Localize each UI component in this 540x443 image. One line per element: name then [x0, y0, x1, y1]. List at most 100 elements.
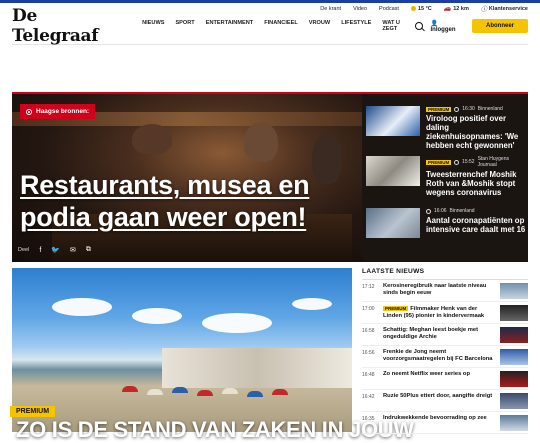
news-time: 16:56 [362, 350, 375, 356]
list-item[interactable]: 16:42 Ruzie 50Plus ettert door, aangifte … [362, 390, 528, 412]
feature-image-umbrella [197, 390, 213, 396]
site-logo[interactable]: De Telegraaf [12, 6, 128, 46]
news-text: Ruzie 50Plus ettert door, aangifte dreig… [383, 393, 495, 400]
news-thumbnail [500, 415, 528, 431]
search-icon[interactable] [414, 22, 423, 30]
feature-image-buildings [162, 348, 352, 388]
hero-badge: Haagse bronnen: [20, 104, 96, 119]
latest-news-heading: LAATSTE NIEUWS [362, 268, 528, 280]
side-item-time: 16:06 [434, 208, 447, 214]
clock-icon [426, 208, 431, 214]
clock-icon [454, 106, 460, 112]
side-item-meta: 16:06 Binnenland [426, 208, 526, 214]
news-text-label: Zo neemt Netflix weer series op [383, 371, 470, 377]
side-item-section: Binnenland [449, 208, 475, 214]
facebook-icon[interactable]: f [39, 247, 41, 254]
subscribe-button[interactable]: Abonneer [471, 19, 528, 33]
feature-image-cloud [292, 298, 332, 310]
news-text: Indrukwekkende bevoorrading op zee [383, 415, 495, 422]
nav-item-lifestyle[interactable]: LIFESTYLE [341, 20, 371, 32]
feature-image[interactable] [12, 268, 352, 432]
sun-icon [410, 6, 416, 11]
hero-badge-label: Haagse bronnen: [36, 108, 90, 115]
login-button[interactable]: 👤 Inloggen [431, 20, 464, 33]
side-item-meta: PREMIUM 15:52 Stan Huygens Journaal [426, 156, 526, 168]
site-header: De Telegraaf NIEUWS SPORT ENTERTAINMENT … [0, 6, 540, 46]
side-item-time: 16:30 [462, 106, 475, 112]
side-item-title: Tweesterrenchef Moshik Roth van &Moshik … [426, 170, 517, 197]
feature-image-cloud [132, 308, 182, 324]
news-time: 17:00 [362, 306, 375, 312]
list-item[interactable]: 16:56 Frenkie de Jong neemt voorzorgsmaat… [362, 346, 528, 368]
news-text-label: Schattig: Meghan leest boekje met ongedu… [383, 327, 479, 340]
de-krant-link[interactable]: De krant [320, 6, 341, 12]
list-item[interactable]: 16:48 Zo neemt Netflix weer series op [362, 368, 528, 390]
podcast-link[interactable]: Podcast [379, 6, 399, 12]
list-item[interactable]: 16:58 Schattig: Meghan leest boekje met o… [362, 324, 528, 346]
video-link[interactable]: Video [353, 6, 367, 12]
side-item-title: Viroloog positief over daling ziekenhuis… [426, 114, 519, 150]
feature-image-cloud [52, 298, 112, 316]
weather-widget[interactable]: 15 °C [410, 5, 432, 12]
nav-item-sport[interactable]: SPORT [175, 20, 194, 32]
weather-value: 15 °C [417, 5, 432, 12]
login-label: Inloggen [430, 26, 456, 33]
side-item[interactable]: PREMIUM 15:52 Stan Huygens Journaal Tweest… [366, 156, 526, 197]
list-item[interactable]: 17:00 PREMIUM Filmmaker Henk van der Linde… [362, 302, 528, 324]
side-item-thumbnail [366, 208, 420, 238]
hero-image-person [132, 124, 172, 154]
nav-item-nieuws[interactable]: NIEUWS [142, 20, 164, 32]
nav-item-vrouw[interactable]: VROUW [309, 20, 330, 32]
feature-image-umbrella [247, 391, 263, 397]
service-label: Klantenservice [488, 5, 528, 12]
news-text-label: Kerosineregibruik naar laatste niveau si… [383, 283, 487, 296]
list-item[interactable]: 17:12 Kerosineregibruik naar laatste nive… [362, 280, 528, 302]
news-text-label: Frenkie de Jong neemt voorzorgsmaatregel… [383, 349, 493, 362]
traffic-widget[interactable]: 🚗 12 km [444, 5, 469, 13]
feature-image-umbrella [147, 389, 163, 395]
record-icon [26, 108, 32, 115]
hero-image-person [244, 122, 278, 162]
side-item[interactable]: PREMIUM 16:30 Binnenland Viroloog positief… [366, 106, 526, 150]
service-link[interactable]: ⓘ Klantenservice [481, 4, 528, 14]
news-time: 17:12 [362, 284, 375, 290]
news-text: PREMIUM Filmmaker Henk van der Linden (95… [383, 305, 495, 320]
hero-side-list: PREMIUM 16:30 Binnenland Viroloog positief… [362, 94, 528, 262]
news-time: 16:42 [362, 394, 375, 400]
premium-badge: PREMIUM [426, 159, 452, 165]
feature-image-umbrella [122, 386, 138, 392]
news-thumbnail [500, 349, 528, 365]
news-text: Frenkie de Jong neemt voorzorgsmaatregel… [383, 349, 495, 363]
side-item[interactable]: 16:06 Binnenland Aantal coronapatiënten o… [366, 208, 526, 238]
news-text-label: Indrukwekkende bevoorrading op zee [383, 415, 487, 421]
feature-image-umbrella [272, 389, 288, 395]
twitter-icon[interactable]: 🐦 [51, 246, 60, 254]
side-item-thumbnail [366, 106, 420, 136]
side-item-meta: PREMIUM 16:30 Binnenland [426, 106, 526, 112]
feature-image-umbrella [222, 388, 238, 394]
news-time: 16:35 [362, 416, 375, 422]
news-thumbnail [500, 393, 528, 409]
premium-badge: PREMIUM [383, 306, 409, 311]
main-nav: NIEUWS SPORT ENTERTAINMENT FINANCIEEL VR… [142, 20, 415, 32]
news-text: Zo neemt Netflix weer series op [383, 371, 495, 378]
latest-news: LAATSTE NIEUWS 17:12 Kerosineregibruik na… [362, 268, 528, 434]
news-time: 16:48 [362, 372, 375, 378]
clock-icon [454, 159, 460, 165]
news-text: Kerosineregibruik naar laatste niveau si… [383, 283, 495, 297]
side-item-section: Binnenland [477, 106, 503, 112]
copy-link-icon[interactable]: ⧉ [86, 246, 91, 254]
side-item-time: 15:52 [462, 159, 475, 165]
news-text-label: Ruzie 50Plus ettert door, aangifte dreig… [383, 393, 493, 399]
feature-headline[interactable]: ZO IS DE STAND VAN ZAKEN IN JOUW [16, 417, 414, 443]
nav-item-entertainment[interactable]: ENTERTAINMENT [206, 20, 253, 32]
side-item-title: Aantal coronapatiënten op intensive care… [426, 216, 526, 234]
premium-badge: PREMIUM [426, 106, 452, 112]
feature-image-cloud [202, 313, 272, 333]
nav-item-financieel[interactable]: FINANCIEEL [264, 20, 298, 32]
hero-image[interactable]: Haagse bronnen: Restaurants, musea en po… [12, 94, 362, 262]
mail-icon[interactable]: ✉ [70, 246, 76, 254]
hero-headline[interactable]: Restaurants, musea en podia gaan weer op… [20, 169, 350, 233]
nav-item-wat-u-zegt[interactable]: WAT U ZEGT [382, 20, 414, 32]
list-item[interactable]: 16:35 Indrukwekkende bevoorrading op zee [362, 412, 528, 434]
